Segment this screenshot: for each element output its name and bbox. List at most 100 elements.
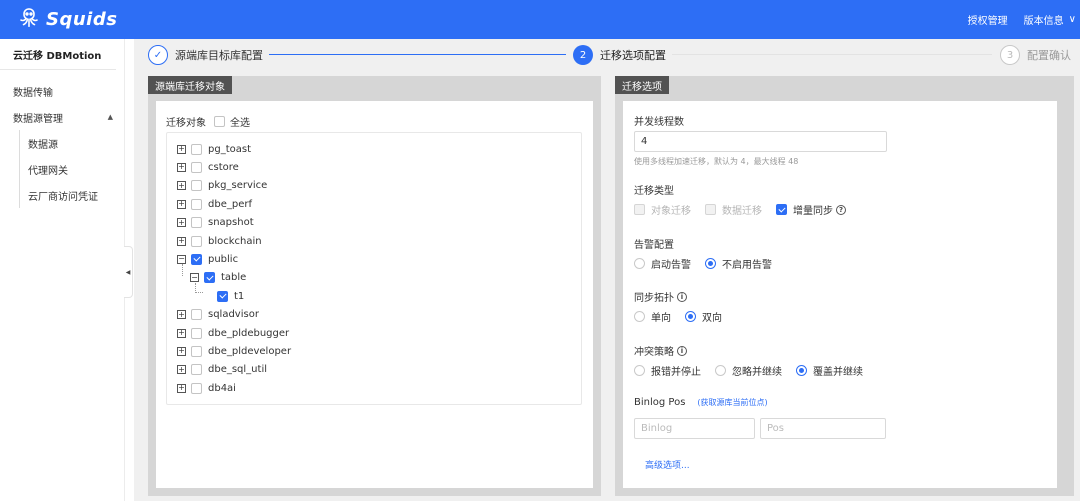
tree-node-label: pg_toast [208, 143, 251, 155]
tree-node-label: t1 [234, 290, 245, 302]
panel-tab-source-objects: 源端库迁移对象 [148, 76, 232, 94]
tree-checkbox[interactable] [191, 327, 202, 339]
tree-checkbox[interactable] [204, 272, 215, 284]
field-label: Binlog Pos [634, 397, 686, 408]
object-migration-option[interactable]: 对象迁移 [634, 202, 691, 217]
collapse-icon[interactable]: − [177, 254, 186, 264]
one-way-radio[interactable] [634, 311, 645, 322]
sidebar-item-proxy-gateway[interactable]: 代理网关 [20, 156, 124, 182]
overwrite-continue-radio[interactable] [796, 365, 807, 376]
expand-icon[interactable]: + [177, 383, 186, 393]
select-all-checkbox[interactable] [214, 116, 225, 127]
step-connector [269, 54, 566, 55]
select-all-label: 全选 [230, 118, 250, 129]
tree-node-dbe-perf[interactable]: + dbe_perf [177, 197, 252, 211]
expand-icon[interactable]: + [177, 236, 186, 246]
tree-checkbox[interactable] [191, 217, 202, 229]
enable-alert-option[interactable]: 启动告警 [634, 256, 691, 271]
two-way-option[interactable]: 双向 [685, 309, 722, 324]
option-label: 双向 [702, 313, 722, 324]
incremental-sync-checkbox[interactable] [776, 204, 787, 215]
tree-checkbox[interactable] [191, 364, 202, 376]
info-icon[interactable]: i [677, 291, 687, 302]
tree-node-dbe-sql-util[interactable]: + dbe_sql_util [177, 363, 267, 377]
tree-checkbox[interactable] [191, 161, 202, 173]
tree-node-public[interactable]: − public [177, 252, 238, 266]
sidebar-item-datasource-management[interactable]: 数据源管理 ▲ [0, 104, 124, 130]
option-label: 对象迁移 [651, 206, 691, 217]
tree-checkbox[interactable] [191, 309, 202, 321]
overwrite-continue-option[interactable]: 覆盖并继续 [796, 363, 863, 378]
tree-node-label: table [221, 272, 247, 284]
tree-checkbox[interactable] [191, 198, 202, 210]
expand-icon[interactable]: + [177, 346, 186, 356]
sidebar-item-label: 代理网关 [28, 165, 68, 177]
panel-tab-migration-options: 迁移选项 [615, 76, 669, 94]
tree-checkbox[interactable] [191, 345, 202, 357]
tree-node-label: public [208, 253, 239, 265]
help-icon[interactable]: ? [836, 204, 846, 215]
tree-checkbox[interactable] [191, 143, 202, 155]
two-way-radio[interactable] [685, 311, 696, 322]
tree-node-pg-toast[interactable]: + pg_toast [177, 142, 251, 156]
tree-node-pkg-service[interactable]: + pkg_service [177, 179, 267, 193]
pos-input[interactable]: Pos [760, 418, 886, 439]
advanced-options-link[interactable]: 高级选项... [645, 458, 690, 471]
sidebar-submenu: 数据源 代理网关 云厂商访问凭证 [19, 130, 124, 208]
sidebar-collapse-button[interactable]: ◀ [124, 246, 133, 298]
error-stop-option[interactable]: 报错并停止 [634, 363, 701, 378]
sidebar-item-data-transfer[interactable]: 数据传输 [0, 78, 124, 104]
panel-body: 并发线程数 4 使用多线程加速迁移，默认为 4，最大线程 48 迁移类型 对象迁… [623, 101, 1057, 488]
expand-icon[interactable]: + [177, 218, 186, 228]
panel-body: 迁移对象 全选 + pg_toast + cstore + pkg_service + dbe… [156, 101, 593, 488]
ignore-continue-radio[interactable] [715, 365, 726, 376]
tree-node-t1[interactable]: t1 [203, 289, 244, 303]
option-label: 忽略并继续 [732, 367, 782, 378]
object-migration-checkbox[interactable] [634, 204, 645, 215]
alert-config-label: 告警配置 [634, 240, 674, 251]
tree-node-dbe-pldeveloper[interactable]: + dbe_pldeveloper [177, 344, 291, 358]
binlog-input[interactable]: Binlog [634, 418, 755, 439]
expand-icon[interactable]: + [177, 328, 186, 338]
expand-icon[interactable]: + [177, 199, 186, 209]
tree-checkbox[interactable] [191, 382, 202, 394]
ignore-continue-option[interactable]: 忽略并继续 [715, 363, 782, 378]
sidebar-item-datasource[interactable]: 数据源 [20, 130, 124, 156]
license-management-link[interactable]: 授权管理 [968, 12, 1008, 27]
sidebar-item-cloud-credentials[interactable]: 云厂商访问凭证 [20, 182, 124, 208]
enable-alert-radio[interactable] [634, 258, 645, 269]
expand-icon[interactable]: + [177, 365, 186, 375]
one-way-option[interactable]: 单向 [634, 309, 671, 324]
migration-options-panel: 迁移选项 并发线程数 4 使用多线程加速迁移，默认为 4，最大线程 48 迁移类… [615, 76, 1074, 496]
version-info-label: 版本信息 [1023, 16, 1064, 27]
tree-node-label: dbe_pldebugger [208, 327, 290, 339]
brand-logo[interactable]: Squids [17, 6, 117, 33]
tree-node-snapshot[interactable]: + snapshot [177, 216, 254, 230]
collapse-icon[interactable]: − [190, 273, 199, 283]
tree-node-blockchain[interactable]: + blockchain [177, 234, 262, 248]
expand-icon[interactable]: + [177, 181, 186, 191]
disable-alert-radio[interactable] [705, 258, 716, 269]
expand-icon[interactable]: + [177, 310, 186, 320]
fetch-current-position-link[interactable]: (获取源库当前位点) [697, 397, 767, 408]
tree-checkbox[interactable] [191, 253, 202, 265]
tree-node-dbe-pldebugger[interactable]: + dbe_pldebugger [177, 326, 289, 340]
tree-checkbox[interactable] [217, 290, 228, 302]
disable-alert-option[interactable]: 不启用告警 [705, 256, 772, 271]
tree-checkbox[interactable] [191, 235, 202, 247]
tree-node-db4ai[interactable]: + db4ai [177, 381, 236, 395]
data-migration-checkbox[interactable] [705, 204, 716, 215]
tree-checkbox[interactable] [191, 180, 202, 192]
info-icon[interactable]: i [677, 345, 687, 356]
threads-input[interactable]: 4 [634, 131, 887, 152]
data-migration-option[interactable]: 数据迁移 [705, 202, 762, 217]
version-info-menu[interactable]: 版本信息 ∨ [1024, 12, 1076, 27]
error-stop-radio[interactable] [634, 365, 645, 376]
expand-icon[interactable]: + [177, 162, 186, 172]
tree-node-sqladvisor[interactable]: + sqladvisor [177, 308, 259, 322]
expand-icon[interactable]: + [177, 144, 186, 154]
step-indicator: ✓ 源端库目标库配置 2 迁移选项配置 3 配置确认 [148, 45, 1080, 65]
incremental-sync-option[interactable]: 增量同步 ? [776, 202, 846, 217]
topology-options: 单向 双向 [634, 309, 736, 324]
tree-node-cstore[interactable]: + cstore [177, 160, 239, 174]
